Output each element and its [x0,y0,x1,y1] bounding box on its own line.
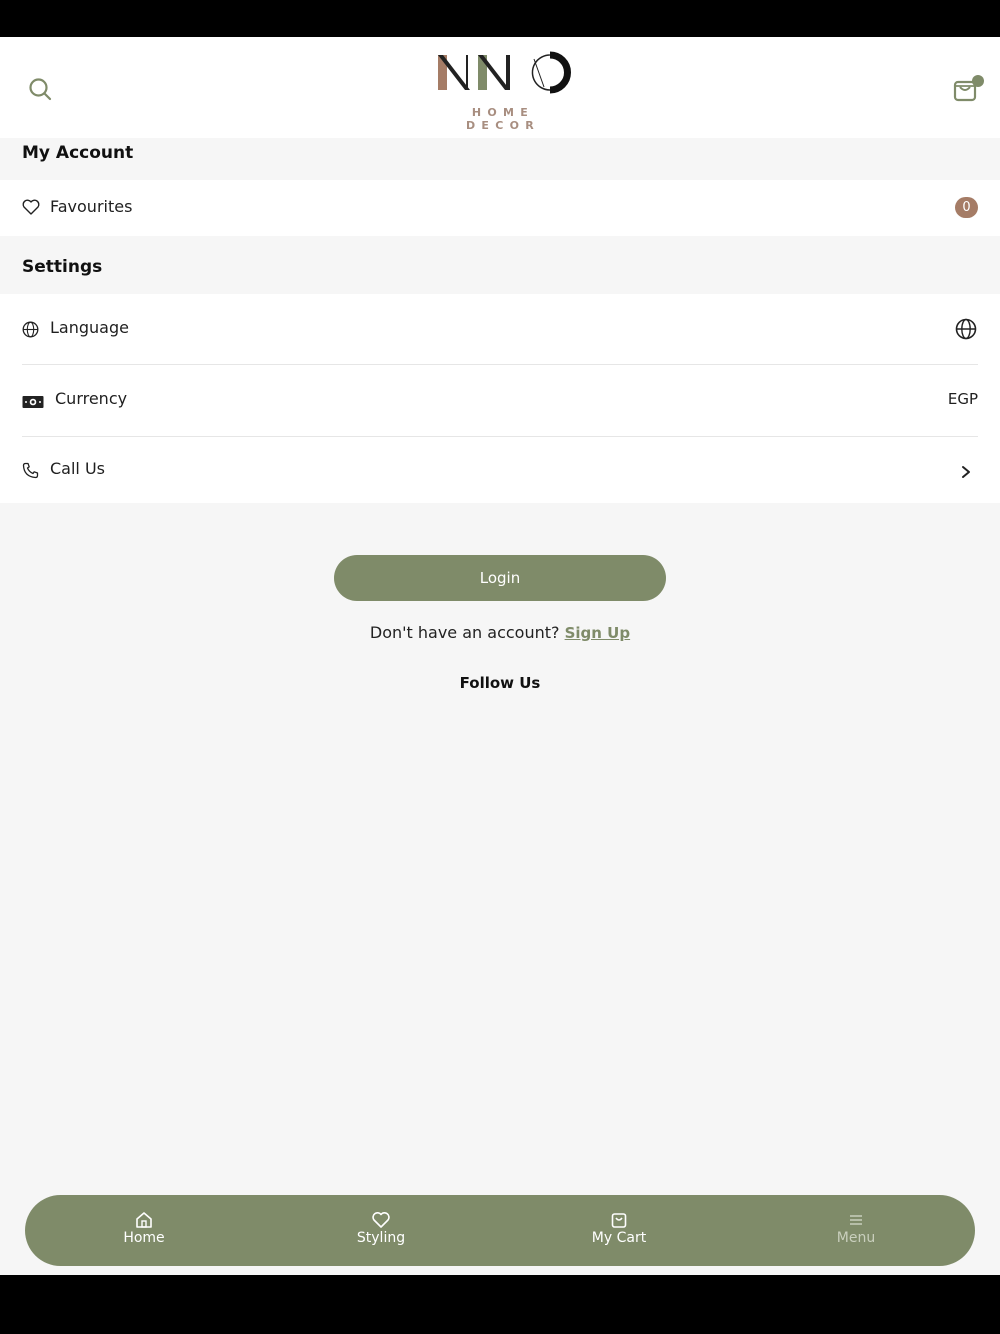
nav-home[interactable]: Home [74,1195,214,1266]
chevron-right-icon [960,464,972,483]
shopping-bag-icon [609,1210,629,1230]
status-bar [0,0,1000,37]
menu-icon [846,1210,866,1230]
nav-styling[interactable]: Styling [311,1195,451,1266]
nav-home-label: Home [123,1230,165,1246]
nav-cart-label: My Cart [591,1230,647,1246]
bottom-nav: Home Styling My Cart Menu [25,1195,975,1266]
heart-icon [22,199,40,219]
nav-menu-label: Menu [836,1230,876,1246]
globe-icon [22,321,39,342]
header: HOME DECOR [0,37,1000,138]
money-icon [22,394,44,413]
no-account-text: Don't have an account? [369,623,560,642]
home-icon [134,1210,154,1230]
nav-styling-label: Styling [356,1230,406,1246]
globe-icon[interactable] [955,318,977,344]
settings-title: Settings [22,257,103,277]
language-label: Language [50,318,129,337]
login-button[interactable]: Login [334,555,666,601]
search-icon[interactable] [26,75,54,103]
call-us-row[interactable]: Call Us [0,437,1000,503]
cart-indicator-dot [972,75,984,87]
language-row[interactable]: Language [0,294,1000,364]
signup-prompt: Don't have an account? Sign Up [0,623,1000,642]
bottom-bezel [0,1275,1000,1334]
follow-us-title: Follow Us [459,674,541,692]
my-account-title: My Account [22,143,134,163]
favourites-count-badge: 0 [955,197,978,218]
favourites-row[interactable]: Favourites [0,180,1000,236]
currency-row[interactable]: Currency [0,365,1000,436]
nav-menu[interactable]: Menu [786,1195,926,1266]
heart-icon [371,1210,391,1230]
signup-link[interactable]: Sign Up [565,624,631,642]
currency-label: Currency [55,389,128,408]
brand-subtitle: HOME DECOR [465,106,541,132]
account-screen: HOME DECOR My Account Favourites 0 Setti… [0,37,1000,1275]
call-us-label: Call Us [50,459,105,478]
currency-value[interactable]: EGP [930,390,978,408]
phone-icon [22,462,39,483]
nav-cart[interactable]: My Cart [549,1195,689,1266]
favourites-label: Favourites [50,197,133,216]
